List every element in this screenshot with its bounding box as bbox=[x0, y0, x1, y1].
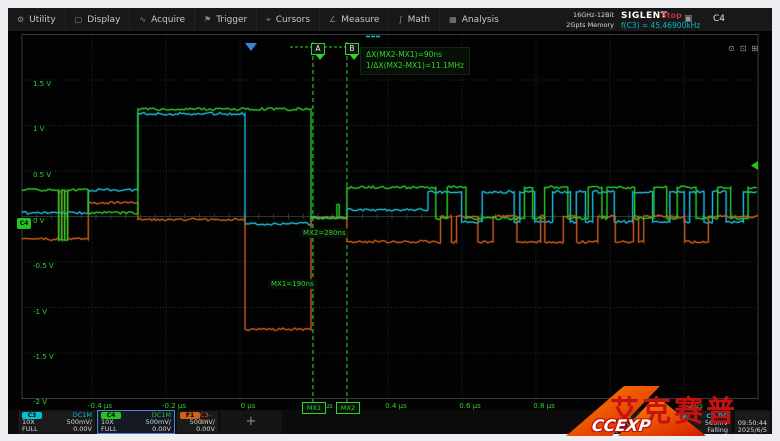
channel-zero-marker[interactable]: C4 bbox=[17, 218, 31, 229]
clock-box: 09:50:44 2025/6/5 bbox=[734, 410, 771, 434]
voltage-axis-label: -1 V bbox=[33, 308, 47, 316]
menu-item-math[interactable]: ∫ Math bbox=[388, 8, 439, 31]
trigger-flag-icon: ⚑ bbox=[204, 15, 211, 24]
menu-item-label: Math bbox=[408, 15, 431, 25]
measure-icon: ∠ bbox=[329, 15, 336, 24]
timebase-depth: 2.00Mpts bbox=[596, 427, 626, 434]
mx2-position-label: MX2=280ns bbox=[300, 228, 349, 238]
menu-item-analysis[interactable]: ▦ Analysis bbox=[439, 8, 508, 31]
fullscreen-icon[interactable]: ⊡ bbox=[740, 44, 752, 53]
time-axis-label: 0.8 µs bbox=[533, 402, 554, 410]
clock-date: 2025/6/5 bbox=[738, 427, 767, 434]
menu-item-label: Acquire bbox=[151, 15, 185, 25]
time-axis-label: 0 µs bbox=[241, 402, 256, 410]
menu-item-acquire[interactable]: ∿ Acquire bbox=[129, 8, 194, 31]
add-channel-button[interactable]: + bbox=[220, 410, 282, 434]
trigger-position-marker[interactable] bbox=[245, 43, 257, 51]
math-icon: ∫ bbox=[398, 15, 402, 24]
trigger-slope: Falling bbox=[707, 427, 728, 434]
cursor-inverse-delta-x: 1/ΔX(MX2-MX1)=11.1MHz bbox=[366, 61, 464, 72]
channel-descriptor-c4[interactable]: C4DC1M10X500mV/FULL0.00V bbox=[97, 410, 175, 434]
bandwidth-spec: 16GHz-12Bit bbox=[548, 11, 614, 21]
time-axis-label: -0.2 µs bbox=[162, 402, 186, 410]
acquire-icon: ∿ bbox=[139, 15, 146, 24]
active-channel-button[interactable]: C4 bbox=[713, 14, 725, 37]
offset-label: 0.00V bbox=[196, 426, 215, 433]
menu-item-label: Analysis bbox=[462, 15, 499, 25]
time-axis-label: 1 µs bbox=[611, 402, 626, 410]
timebase-box[interactable]: Timebase 0ns100ns/div 2.00Mpts2.00GSa/s bbox=[592, 410, 658, 434]
menu-item-label: Measure bbox=[341, 15, 379, 25]
menu-item-display[interactable]: ▢ Display bbox=[65, 8, 130, 31]
mx1-position-label: MX1=190ns bbox=[268, 279, 317, 289]
offset-label: 0.00V bbox=[73, 426, 92, 433]
voltage-axis-label: -2 V bbox=[33, 398, 47, 406]
oscilloscope-screenshot: { "menu": { "items": [ {"label":"Utility… bbox=[0, 0, 780, 441]
memory-spec: 2Gpts Memory bbox=[548, 21, 614, 31]
time-axis-label: -0.4 µs bbox=[88, 402, 112, 410]
menu-item-label: Cursors bbox=[276, 15, 310, 25]
voltage-axis-label: 1 V bbox=[33, 125, 44, 133]
menu-item-label: Utility bbox=[29, 15, 55, 25]
time-axis-label: 0.6 µs bbox=[459, 402, 480, 410]
timebase-srate: 2.00GSa/s bbox=[626, 427, 659, 434]
time-axis-label: 1.2 µs bbox=[681, 402, 702, 410]
cursor-readout-box: ΔX(MX2-MX1)=90ns 1/ΔX(MX2-MX1)=11.1MHz bbox=[360, 47, 470, 75]
menu-item-utility[interactable]: ⚙ Utility bbox=[8, 8, 65, 31]
trigger-box[interactable]: TriggerC3 DC Stop560mV QualifierFalling bbox=[660, 410, 732, 434]
offset-label: 0.00V bbox=[152, 426, 171, 433]
scope-spec: 16GHz-12Bit 2Gpts Memory bbox=[548, 8, 614, 34]
mx1-cursor-tag[interactable]: MX1 bbox=[302, 402, 326, 414]
bandwidth-label: FULL bbox=[22, 426, 38, 433]
menu-item-label: Display bbox=[87, 15, 120, 25]
gear-icon: ⚙ bbox=[17, 15, 24, 24]
voltage-axis-label: 1.5 V bbox=[33, 80, 51, 88]
trigger-type: Qualifier bbox=[664, 427, 692, 434]
menu-item-measure[interactable]: ∠ Measure bbox=[319, 8, 388, 31]
analysis-icon: ▦ bbox=[449, 15, 457, 24]
hand-tool-icon[interactable]: ⊞ bbox=[751, 44, 763, 53]
camera-icon[interactable]: ⊙ bbox=[728, 44, 740, 53]
channel-descriptor-c3[interactable]: C3DC1M10X500mV/FULL0.00V bbox=[18, 410, 96, 434]
voltage-axis-label: -0.5 V bbox=[33, 262, 54, 270]
cursor-b-flag[interactable]: B bbox=[345, 43, 359, 55]
voltage-axis-label: 0 V bbox=[33, 217, 44, 225]
menu-item-label: Trigger bbox=[216, 15, 247, 25]
time-axis-label: 0.4 µs bbox=[385, 402, 406, 410]
descriptor-bar: + Timebase 0ns100ns/div 2.00Mpts2.00GSa/… bbox=[8, 410, 772, 434]
voltage-axis-label: -1.5 V bbox=[33, 353, 54, 361]
cursors-icon: ⌖ bbox=[266, 15, 271, 25]
mx2-cursor-tag[interactable]: MX2 bbox=[336, 402, 360, 414]
display-icon: ▢ bbox=[75, 15, 83, 24]
menu-item-trigger[interactable]: ⚑ Trigger bbox=[194, 8, 256, 31]
channel-descriptor-f1[interactable]: F1C3-C4500mV/0.00V bbox=[176, 410, 219, 434]
cursor-delta-x: ΔX(MX2-MX1)=90ns bbox=[366, 50, 464, 61]
bandwidth-label: FULL bbox=[101, 426, 117, 433]
scope-screen: ⚙ Utility ▢ Display ∿ Acquire ⚑ Trigger ⌖ Cursors… bbox=[8, 8, 772, 434]
header-menu-icon[interactable]: ▣ bbox=[684, 14, 693, 37]
voltage-axis-label: 0.5 V bbox=[33, 171, 51, 179]
menu-item-cursors[interactable]: ⌖ Cursors bbox=[256, 8, 319, 31]
cursor-a-flag[interactable]: A bbox=[311, 43, 325, 55]
grid-corner-icons: ⊙⊡⊞ bbox=[728, 44, 763, 53]
